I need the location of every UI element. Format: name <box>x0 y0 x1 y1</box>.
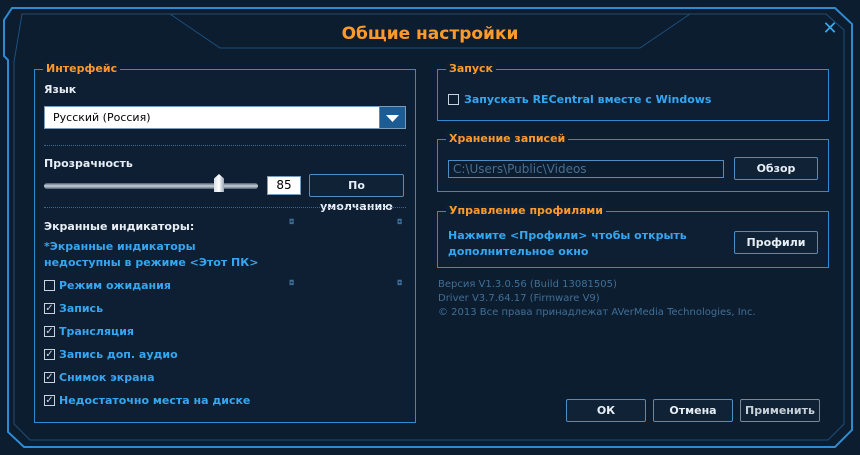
indicators-note: *Экранные индикаторы недоступны в режиме… <box>44 240 259 269</box>
indicator-checkbox-label: Снимок экрана <box>59 371 155 384</box>
indicator-checkbox[interactable]: ✓ <box>44 349 55 360</box>
indicator-checkbox[interactable]: ✓ <box>44 303 55 314</box>
corner-mark: ◘ <box>397 218 403 226</box>
storage-legend: Хранение записей <box>446 132 569 146</box>
driver-text: Driver V3.7.64.17 (Firmware V9) <box>438 293 600 304</box>
indicator-checkbox[interactable]: ✓ <box>44 395 55 406</box>
window-title: Общие настройки <box>341 24 519 44</box>
indicator-checkbox-label: Запись доп. аудио <box>59 348 178 361</box>
transparency-value-field[interactable]: 85 <box>267 176 301 195</box>
storage-path-field[interactable]: C:\Users\Public\Videos <box>448 160 724 178</box>
launch-legend: Запуск <box>446 62 496 76</box>
profiles-text: Нажмите <Профили> чтобы открыть дополнит… <box>448 229 687 258</box>
version-text: Версия V1.3.0.56 (Build 13081505) <box>438 279 617 290</box>
corner-mark: ◘ <box>289 218 295 226</box>
indicator-checkbox-label: Недостаточно места на диске <box>59 394 251 407</box>
transparency-slider[interactable] <box>44 183 258 189</box>
corner-mark: ◘ <box>289 279 295 287</box>
profiles-legend: Управление профилями <box>446 204 606 218</box>
indicator-checkbox[interactable]: ✓ <box>44 326 55 337</box>
divider <box>44 207 406 208</box>
profiles-button[interactable]: Профили <box>734 231 818 254</box>
chevron-down-icon[interactable] <box>379 107 405 128</box>
default-button[interactable]: По умолчанию <box>309 174 404 213</box>
apply-button[interactable]: Применить <box>740 399 820 422</box>
copyright-text: © 2013 Все права принадлежат AVerMedia T… <box>438 307 756 318</box>
close-icon[interactable]: ✕ <box>820 19 840 39</box>
launch-checkbox[interactable] <box>448 94 459 105</box>
browse-button[interactable]: Обзор <box>734 157 818 180</box>
language-select[interactable]: Русский (Россия) <box>44 106 406 129</box>
language-label: Язык <box>44 83 77 96</box>
launch-checkbox-label: Запускать RECentral вместе с Windows <box>464 93 712 106</box>
indicator-checkbox[interactable] <box>44 280 55 291</box>
indicators-label: Экранные индикаторы: <box>44 220 195 233</box>
indicator-checkbox-label: Трансляция <box>59 325 134 338</box>
cancel-button[interactable]: Отмена <box>653 399 733 422</box>
indicator-checkbox-label: Запись <box>59 302 104 315</box>
indicator-checkbox[interactable]: ✓ <box>44 372 55 383</box>
language-value: Русский (Россия) <box>53 111 151 124</box>
settings-window: Общие настройки ✕ Интерфейс Язык Русский… <box>0 0 860 455</box>
ok-button[interactable]: ОК <box>566 399 646 422</box>
indicator-checkbox-label: Режим ожидания <box>59 279 171 292</box>
interface-legend: Интерфейс <box>43 62 121 76</box>
transparency-label: Прозрачность <box>44 157 133 170</box>
divider <box>44 145 406 146</box>
corner-mark: ◘ <box>397 279 403 287</box>
